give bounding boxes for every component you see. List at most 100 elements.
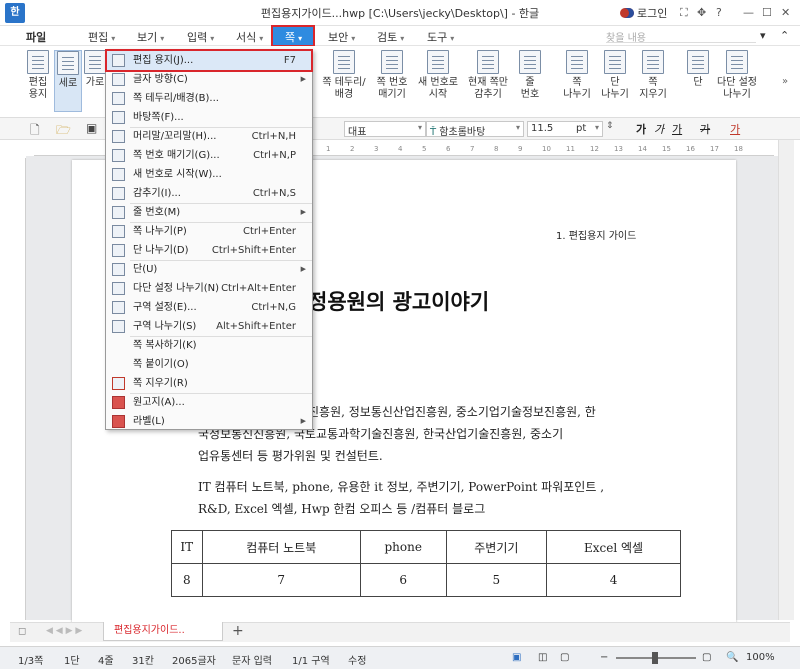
maximize-icon[interactable]: ☐ <box>762 6 772 19</box>
menu-item-master-page[interactable]: 바탕쪽(F)... <box>106 108 312 127</box>
zoom-icon[interactable]: 🔍 <box>726 652 738 663</box>
table-header-cell[interactable]: phone <box>359 530 447 564</box>
menu-tools[interactable]: 도구 ▾ <box>427 29 454 45</box>
vertical-scrollbar[interactable] <box>778 140 794 620</box>
strike-button[interactable]: 가 <box>700 121 710 137</box>
font-select[interactable]: Ť 함초롬바탕 ▾ <box>426 121 524 138</box>
login-button[interactable]: 로그인 <box>620 5 667 21</box>
table-cell[interactable]: 6 <box>359 563 447 597</box>
page-number-button[interactable]: 쪽 번호 매기기 <box>372 50 412 101</box>
menu-page[interactable]: 쪽 ▾ <box>271 25 315 47</box>
font-size-input[interactable]: 11.5 pt ▾ <box>527 121 603 137</box>
col-break-button[interactable]: 단 나누기 <box>598 50 632 101</box>
menu-item-section-break[interactable]: 구역 나누기(S) Alt+Shift+Enter <box>106 317 312 336</box>
menu-item-section-settings[interactable]: 구역 설정(E)... Ctrl+N,G <box>106 298 312 317</box>
add-tab-button[interactable]: + <box>232 623 244 639</box>
menu-item-delete-page[interactable]: 쪽 지우기(R) <box>106 374 312 393</box>
delete-page-button[interactable]: 쪽 지우기 <box>636 50 670 101</box>
normal-view-icon[interactable]: ▣ <box>512 652 521 663</box>
bold-button[interactable]: 가 <box>636 121 646 137</box>
menu-item-page-number[interactable]: 쪽 번호 매기기(G)... Ctrl+N,P <box>106 146 312 165</box>
new-doc-icon[interactable]: 🗋 <box>30 121 40 142</box>
style-select[interactable]: 대표 ▾ <box>344 121 426 138</box>
status-edit[interactable]: 수정 <box>348 652 366 667</box>
move-icon[interactable]: ✥ <box>697 6 706 19</box>
ruler-tick-label: 16 <box>686 145 695 153</box>
table-cell[interactable]: 5 <box>445 563 548 597</box>
open-folder-icon[interactable]: 🗁 <box>56 121 71 142</box>
font-size-unit: pt <box>576 123 587 134</box>
status-mode[interactable]: 문자 입력 <box>232 652 272 667</box>
menu-item-header-footer[interactable]: 머리말/꼬리말(H)... Ctrl+N,H <box>106 127 312 146</box>
minimize-icon[interactable]: — <box>743 6 754 19</box>
menu-format[interactable]: 서식 ▾ <box>236 29 263 45</box>
table-cell[interactable]: 7 <box>201 563 361 597</box>
hide-current-button[interactable]: 현재 쪽만 감추기 <box>464 50 512 101</box>
italic-button[interactable]: 가 <box>654 121 664 137</box>
menu-item-manuscript[interactable]: 원고지(A)... <box>106 393 312 412</box>
portrait-button[interactable]: 세로 <box>54 50 82 112</box>
page-border-button[interactable]: 쪽 테두리/ 배경 <box>320 50 368 101</box>
menu-item-multi-col-break[interactable]: 다단 설정 나누기(N) Ctrl+Alt+Enter <box>106 279 312 298</box>
columns-button[interactable]: 단 <box>684 50 712 89</box>
save-icon[interactable]: ▣ <box>86 121 97 135</box>
menu-item-line-number[interactable]: 줄 번호(M) ▶ <box>106 203 312 222</box>
fit-view-icon[interactable]: ▢ <box>560 652 569 663</box>
table-header-cell[interactable]: Excel 엑셀 <box>546 530 681 564</box>
menu-file[interactable]: 파일 <box>26 29 46 45</box>
table-row: 8 7 6 5 4 <box>171 563 681 597</box>
menu-item-col-break[interactable]: 단 나누기(D) Ctrl+Shift+Enter <box>106 241 312 260</box>
fullscreen-icon[interactable]: ⛶ <box>680 6 688 20</box>
page-view-icon[interactable]: ◫ <box>538 652 547 663</box>
edit-paper-button[interactable]: 편집 용지 <box>22 50 54 101</box>
underline-button[interactable]: 가 <box>672 121 682 137</box>
menu-view[interactable]: 보기 ▾ <box>137 29 164 45</box>
menu-item-new-number[interactable]: 새 번호로 시작(W)... <box>106 165 312 184</box>
menu-item-hide[interactable]: 감추기(I)... Ctrl+N,S <box>106 184 312 203</box>
table-cell[interactable]: 4 <box>546 563 681 597</box>
vertical-ruler[interactable] <box>10 158 26 620</box>
font-color-button[interactable]: 가 <box>730 121 740 137</box>
zoom-in-icon[interactable]: ▢ <box>702 652 711 663</box>
tab-nav-icon[interactable]: ◻ <box>18 626 26 637</box>
landscape-button[interactable]: 가로 <box>84 50 106 89</box>
multi-column-icon <box>726 50 748 74</box>
menu-review[interactable]: 검토 ▾ <box>377 29 404 45</box>
zoom-value[interactable]: 100% <box>746 652 775 663</box>
tab-document[interactable]: 편집용지가이드.. <box>103 622 223 641</box>
menu-item-columns[interactable]: 단(U) ▶ <box>106 260 312 279</box>
menu-edit[interactable]: 편집 ▾ <box>88 29 115 45</box>
search-dropdown-icon[interactable]: ▾ <box>760 29 766 42</box>
new-number-icon <box>112 168 125 181</box>
ruler-tick-label: 11 <box>566 145 575 153</box>
table-header-cell[interactable]: IT <box>171 530 203 564</box>
help-icon[interactable]: ? <box>716 6 722 19</box>
menu-item-page-break[interactable]: 쪽 나누기(P) Ctrl+Enter <box>106 222 312 241</box>
menu-view-label: 보기 <box>137 31 158 44</box>
search-input[interactable]: 찾을 내용 <box>606 29 756 44</box>
tab-prev-icon[interactable]: ◀ ◀ ▶ ▶ <box>46 626 82 636</box>
close-icon[interactable]: ✕ <box>781 6 790 19</box>
multi-column-button[interactable]: 다단 설정 나누기 <box>714 50 760 101</box>
table-header-cell[interactable]: 주변기기 <box>445 530 548 564</box>
new-number-button[interactable]: 새 번호로 시작 <box>415 50 461 101</box>
status-page[interactable]: 1/3쪽 <box>18 652 43 667</box>
menu-item-label[interactable]: 라벨(L) ▶ <box>106 412 312 431</box>
stepper-icon[interactable]: ⇕ <box>606 121 614 131</box>
zoom-out-icon[interactable]: − <box>600 652 608 663</box>
menu-item-text-direction[interactable]: 글자 방향(C) ▶ <box>106 70 312 89</box>
menu-item-copy-page[interactable]: 쪽 복사하기(K) <box>106 336 312 355</box>
menu-item-shortcut: Ctrl+N,P <box>253 150 296 161</box>
ribbon-more-icon[interactable]: » <box>782 76 788 87</box>
collapse-ribbon-icon[interactable]: ⌃ <box>780 29 789 42</box>
line-number-button[interactable]: 줄 번호 <box>514 50 546 101</box>
table-cell[interactable]: 8 <box>171 563 203 597</box>
menu-security[interactable]: 보안 ▾ <box>328 29 355 45</box>
table-header-cell[interactable]: 컴퓨터 노트북 <box>201 530 361 564</box>
menu-item-paste-page[interactable]: 쪽 붙이기(O) <box>106 355 312 374</box>
menu-item-page-border[interactable]: 쪽 테두리/배경(B)... <box>106 89 312 108</box>
menu-input[interactable]: 입력 ▾ <box>187 29 214 45</box>
zoom-slider-handle[interactable] <box>652 652 658 664</box>
menu-item-edit-paper[interactable]: 편집 용지(J)... F7 <box>106 51 312 70</box>
page-break-button[interactable]: 쪽 나누기 <box>560 50 594 101</box>
